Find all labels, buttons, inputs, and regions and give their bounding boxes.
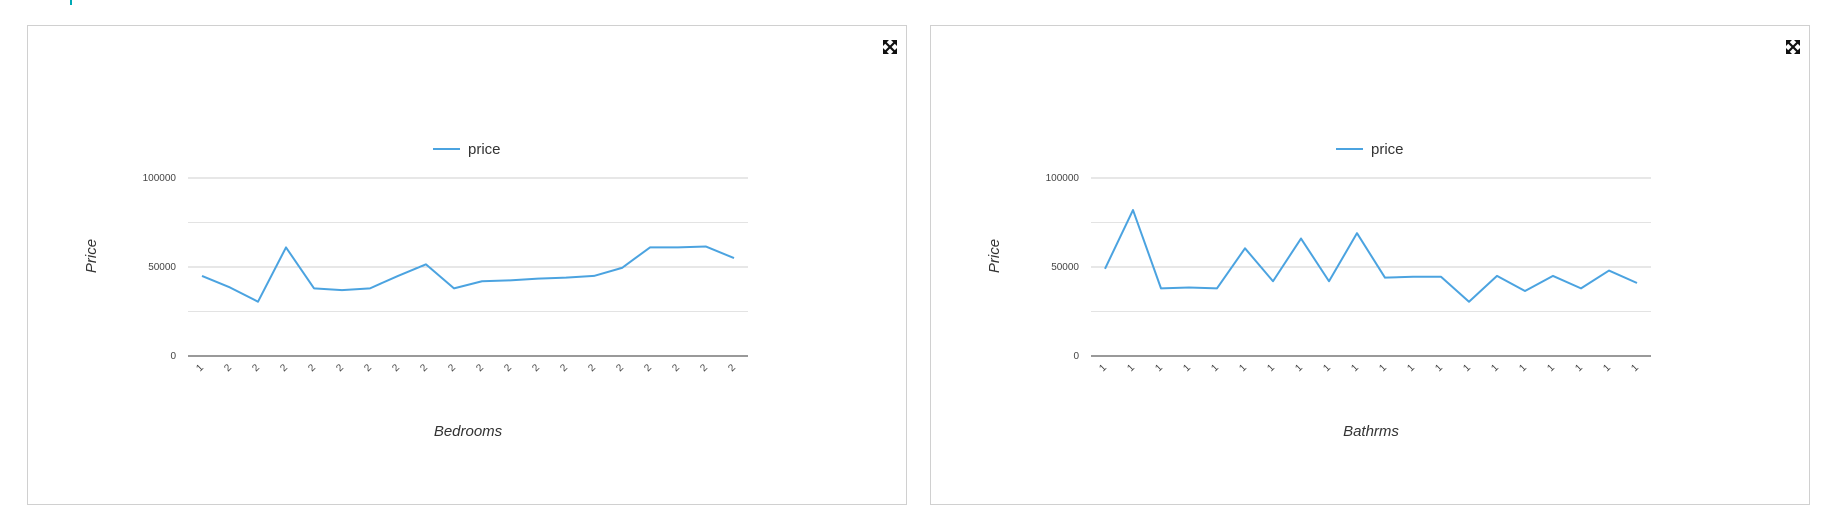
data-point[interactable] [452, 286, 456, 290]
data-point[interactable] [1131, 208, 1135, 212]
data-point[interactable] [1103, 267, 1107, 271]
x-tick-label: 1 [1265, 362, 1277, 374]
x-tick-label: 2 [670, 362, 682, 374]
data-point[interactable] [592, 274, 596, 278]
data-point[interactable] [676, 245, 680, 249]
data-point[interactable] [648, 245, 652, 249]
x-tick-label: 1 [1237, 362, 1249, 374]
data-point[interactable] [1523, 289, 1527, 293]
x-tick-label: 1 [1293, 362, 1305, 374]
data-point[interactable] [620, 266, 624, 270]
data-point[interactable] [1215, 286, 1219, 290]
y-axis-title: Price [83, 239, 100, 273]
data-point[interactable] [1243, 246, 1247, 250]
y-tick-label: 100000 [143, 173, 177, 184]
x-tick-label: 1 [1153, 362, 1165, 374]
x-tick-label: 1 [1545, 362, 1557, 374]
data-point[interactable] [508, 278, 512, 282]
x-tick-label: 1 [1601, 362, 1613, 374]
data-point[interactable] [732, 256, 736, 260]
data-point[interactable] [424, 262, 428, 266]
line-chart-bathrms: 050000100000 11111111111111111111 price … [986, 141, 1651, 440]
top-accent-bar [70, 0, 72, 5]
x-tick-label: 2 [474, 362, 486, 374]
x-tick-label: 2 [698, 362, 710, 374]
data-point[interactable] [1411, 275, 1415, 279]
data-point[interactable] [1271, 279, 1275, 283]
x-tick-label: 1 [194, 362, 206, 374]
data-point[interactable] [200, 274, 204, 278]
y-axis-title: Price [986, 239, 1003, 273]
data-point[interactable] [1495, 274, 1499, 278]
x-tick-label: 1 [1517, 362, 1529, 374]
x-tick-label: 2 [306, 362, 318, 374]
chart-panel-bedrooms: 0 50000 100000 12222222222222222222 price … [27, 25, 907, 505]
x-tick-label: 2 [222, 362, 234, 374]
data-point[interactable] [228, 285, 232, 289]
legend-label: price [1371, 141, 1404, 158]
x-tick-label: 2 [334, 362, 346, 374]
data-point[interactable] [1467, 300, 1471, 304]
x-tick-label: 1 [1573, 362, 1585, 374]
x-tick-label: 1 [1489, 362, 1501, 374]
data-point[interactable] [340, 288, 344, 292]
data-point[interactable] [1327, 279, 1331, 283]
x-tick-label: 2 [250, 362, 262, 374]
x-tick-label: 1 [1181, 362, 1193, 374]
x-tick-label: 1 [1377, 362, 1389, 374]
data-point[interactable] [1635, 281, 1639, 285]
x-tick-label: 2 [502, 362, 514, 374]
data-point[interactable] [1439, 275, 1443, 279]
data-point[interactable] [1579, 286, 1583, 290]
x-tick-label: 1 [1405, 362, 1417, 374]
data-point[interactable] [1299, 237, 1303, 241]
data-point[interactable] [1187, 285, 1191, 289]
x-tick-label: 2 [390, 362, 402, 374]
x-axis-title: Bedrooms [434, 423, 503, 440]
data-point[interactable] [368, 286, 372, 290]
x-tick-label: 2 [530, 362, 542, 374]
x-tick-label: 1 [1209, 362, 1221, 374]
x-tick-label: 1 [1097, 362, 1109, 374]
data-point[interactable] [1551, 274, 1555, 278]
x-tick-label: 2 [362, 362, 374, 374]
data-point[interactable] [564, 276, 568, 280]
x-tick-label: 2 [418, 362, 430, 374]
x-tick-label: 1 [1321, 362, 1333, 374]
data-point[interactable] [1355, 231, 1359, 235]
data-point[interactable] [1159, 286, 1163, 290]
x-axis-title: Bathrms [1343, 423, 1399, 440]
data-point[interactable] [480, 279, 484, 283]
x-tick-label: 2 [558, 362, 570, 374]
data-point[interactable] [396, 274, 400, 278]
x-tick-label: 1 [1629, 362, 1641, 374]
data-point[interactable] [704, 245, 708, 249]
y-tick-label: 0 [1073, 351, 1079, 362]
y-tick-label: 50000 [148, 262, 176, 273]
line-chart-bedrooms: 050000100000 12222222222222222222 price … [83, 141, 748, 440]
x-tick-label: 1 [1125, 362, 1137, 374]
data-point[interactable] [312, 286, 316, 290]
x-tick-label: 2 [278, 362, 290, 374]
x-tick-label: 2 [446, 362, 458, 374]
y-tick-label: 50000 [1051, 262, 1079, 273]
x-tick-label: 2 [586, 362, 598, 374]
x-tick-label: 1 [1349, 362, 1361, 374]
series-line-price [1104, 209, 1638, 303]
data-point[interactable] [256, 300, 260, 304]
x-tick-label: 2 [726, 362, 738, 374]
x-tick-label: 2 [642, 362, 654, 374]
legend-label: price [468, 141, 501, 158]
data-point[interactable] [284, 245, 288, 249]
x-tick-label: 1 [1433, 362, 1445, 374]
y-tick-label: 100000 [1046, 173, 1080, 184]
data-point[interactable] [1383, 276, 1387, 280]
y-tick-label: 0 [170, 351, 176, 362]
data-point[interactable] [1607, 269, 1611, 273]
x-tick-label: 1 [1461, 362, 1473, 374]
data-point[interactable] [536, 277, 540, 281]
x-tick-label: 2 [614, 362, 626, 374]
series-line-price [201, 245, 735, 303]
chart-panel-bathrms: 0 50000 100000 11111111111111111111 price … [930, 25, 1810, 505]
